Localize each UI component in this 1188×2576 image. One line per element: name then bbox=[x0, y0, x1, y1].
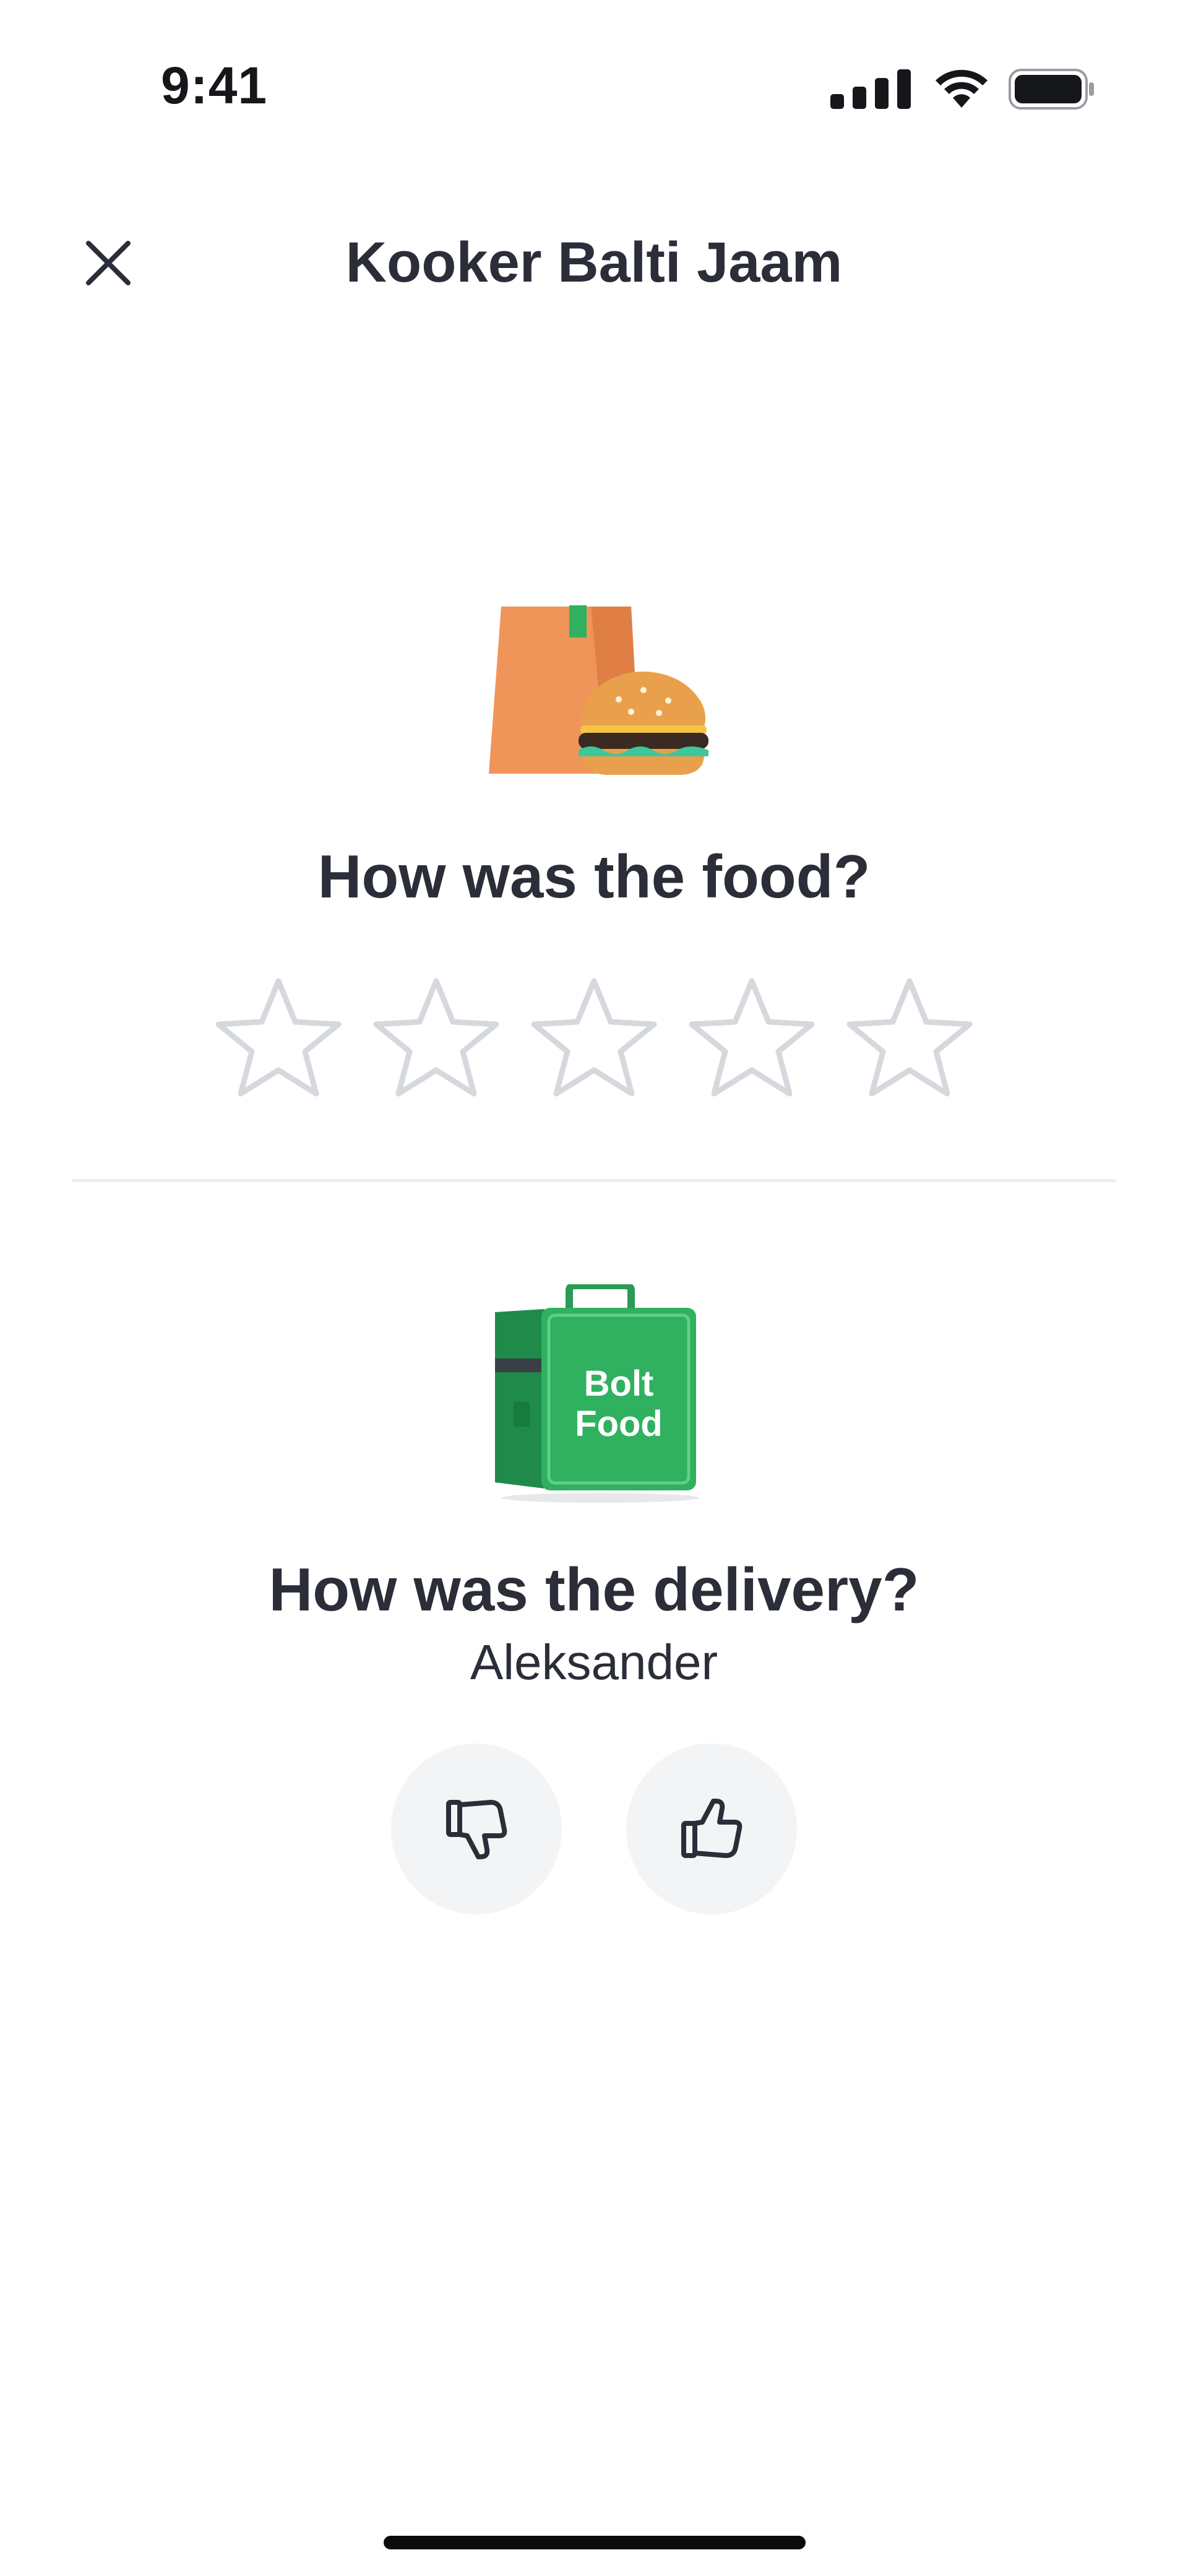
wifi-icon bbox=[936, 69, 988, 108]
star-outline-icon bbox=[689, 978, 815, 1097]
star-3[interactable] bbox=[526, 969, 662, 1105]
star-4[interactable] bbox=[684, 969, 820, 1105]
status-icons bbox=[830, 68, 1095, 110]
home-indicator bbox=[384, 2536, 806, 2549]
food-star-rating[interactable] bbox=[210, 969, 978, 1105]
bag-logo-text: Food bbox=[575, 1404, 663, 1444]
star-outline-icon bbox=[373, 978, 499, 1097]
star-outline-icon bbox=[531, 978, 657, 1097]
star-1[interactable] bbox=[210, 969, 346, 1105]
bag-logo-text: Bolt bbox=[584, 1364, 654, 1404]
bolt-food-bag-illustration: Bolt Food bbox=[489, 1282, 705, 1504]
star-5[interactable] bbox=[842, 969, 978, 1105]
thumbs-up-button[interactable] bbox=[626, 1744, 797, 1914]
courier-name: Aleksander bbox=[470, 1635, 718, 1690]
delivery-question: How was the delivery? bbox=[269, 1555, 919, 1623]
battery-icon bbox=[1009, 69, 1094, 110]
page-title: Kooker Balti Jaam bbox=[345, 231, 843, 294]
cellular-signal-icon bbox=[830, 69, 911, 109]
status-time: 9:41 bbox=[161, 56, 268, 115]
food-bag-burger-illustration bbox=[476, 594, 724, 786]
thumbs-down-icon bbox=[446, 1800, 507, 1859]
section-divider bbox=[72, 1179, 1116, 1182]
star-outline-icon bbox=[846, 978, 973, 1097]
star-2[interactable] bbox=[368, 969, 504, 1105]
thumbs-down-button[interactable] bbox=[391, 1744, 562, 1914]
star-outline-icon bbox=[215, 978, 342, 1097]
thumbs-up-icon bbox=[681, 1799, 742, 1858]
food-question: How was the food? bbox=[317, 842, 871, 910]
